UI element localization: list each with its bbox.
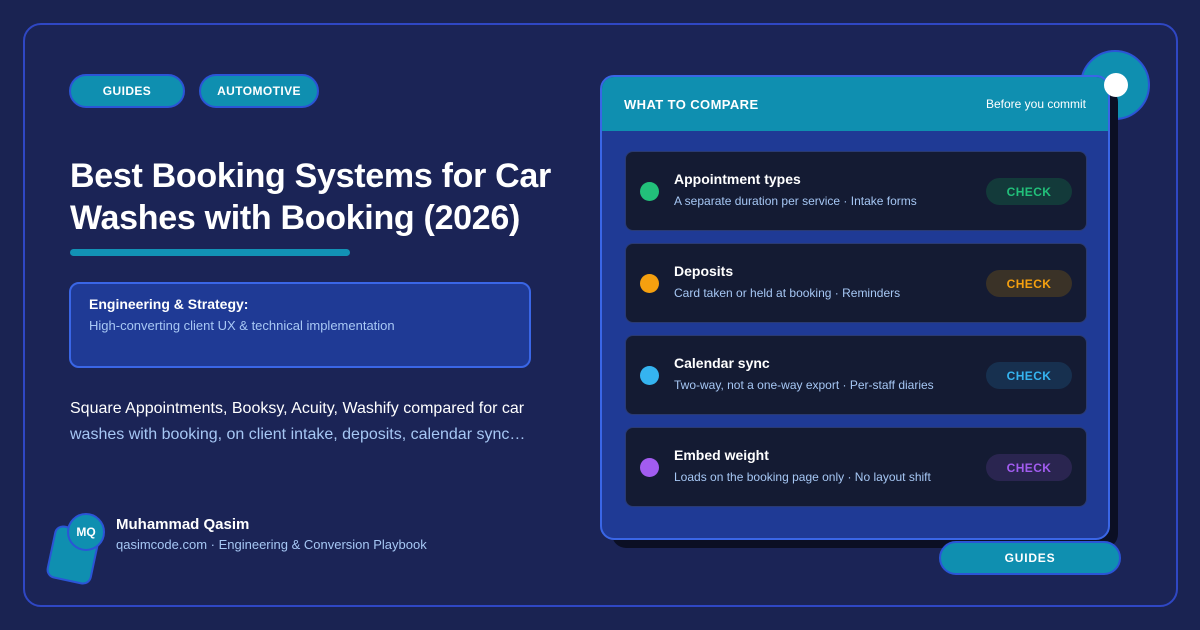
description-line-1: Square Appointments, Booksy, Acuity, Was… [70,400,525,417]
tag-guides-bottom[interactable]: GUIDES [939,541,1121,575]
compare-item-name: Appointment types [674,171,801,187]
status-dot-icon [640,274,659,293]
compare-item: Calendar sync Two-way, not a one-way exp… [625,335,1087,415]
check-button[interactable]: CHECK [986,362,1072,389]
compare-panel: WHAT TO COMPARE Before you commit Appoin… [600,75,1110,540]
decorative-dot [1104,73,1128,97]
panel-header: WHAT TO COMPARE Before you commit [602,77,1108,131]
compare-item: Embed weight Loads on the booking page o… [625,427,1087,507]
tag-automotive[interactable]: AUTOMOTIVE [199,74,319,108]
check-button[interactable]: CHECK [986,178,1072,205]
compare-item-detail: Card taken or held at booking · Reminder… [674,286,901,300]
compare-item: Deposits Card taken or held at booking ·… [625,243,1087,323]
title-underline [70,249,350,256]
compare-item-detail: Loads on the booking page only · No layo… [674,470,931,484]
compare-item-name: Calendar sync [674,355,770,371]
author-subtitle: qasimcode.com · Engineering & Conversion… [116,537,427,552]
status-dot-icon [640,366,659,385]
avatar: MQ [67,513,105,551]
panel-subtitle: Before you commit [985,97,1086,111]
strategy-callout: Engineering & Strategy: High-converting … [69,282,531,368]
panel-title: WHAT TO COMPARE [624,96,759,112]
author-name: Muhammad Qasim [116,516,250,533]
compare-item-name: Embed weight [674,447,769,463]
article-description: Square Appointments, Booksy, Acuity, Was… [70,396,560,448]
callout-heading: Engineering & Strategy: [89,296,249,312]
status-dot-icon [640,458,659,477]
compare-item-detail: Two-way, not a one-way export · Per-staf… [674,378,934,392]
description-line-2: washes with booking, on client intake, d… [70,426,526,443]
tag-guides[interactable]: GUIDES [69,74,185,108]
check-button[interactable]: CHECK [986,270,1072,297]
status-dot-icon [640,182,659,201]
compare-item: Appointment types A separate duration pe… [625,151,1087,231]
compare-item-name: Deposits [674,263,734,279]
callout-body: High-converting client UX & technical im… [89,318,395,333]
article-title: Best Booking Systems for Car Washes with… [70,157,551,237]
check-button[interactable]: CHECK [986,454,1072,481]
compare-item-detail: A separate duration per service · Intake… [674,194,917,208]
